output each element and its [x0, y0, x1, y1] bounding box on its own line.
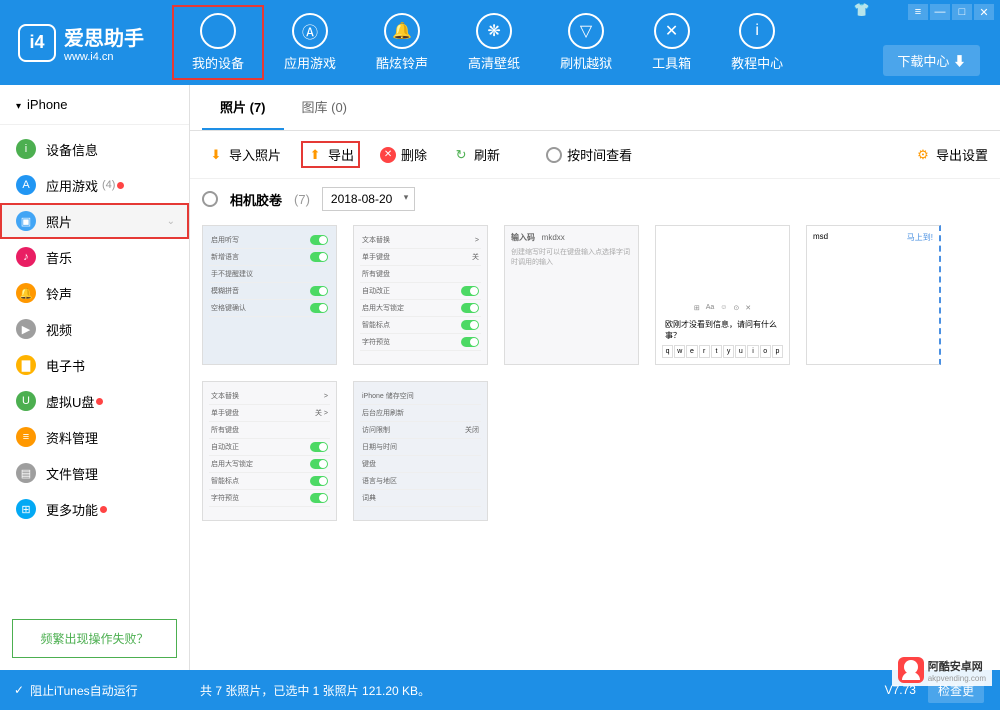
- sidebar-item-5[interactable]: ▶视频: [0, 311, 189, 347]
- window-controls: ≡ — □ ✕: [908, 4, 994, 20]
- sidebar-item-8[interactable]: ≡资料管理: [0, 419, 189, 455]
- tab-1[interactable]: 图库 (0): [284, 85, 366, 130]
- radio-icon: [546, 147, 562, 163]
- sidebar-item-0[interactable]: i设备信息: [0, 131, 189, 167]
- thumb-1[interactable]: 启用听写新增语言手不提醒建议模糊拼音空格键确认: [202, 225, 337, 365]
- device-selector[interactable]: iPhone: [0, 85, 189, 125]
- export-button[interactable]: ⬆ 导出: [301, 141, 360, 168]
- close-icon[interactable]: ✕: [974, 4, 994, 20]
- toolbar: ⬇ 导入照片 ⬆ 导出 ✕ 删除 ↻ 刷新 按时间查看 ⚙ 导出设置: [190, 131, 1000, 179]
- app-title: 爱思助手: [64, 22, 144, 51]
- view-by-time-button[interactable]: 按时间查看: [540, 141, 638, 168]
- sidebar-icon: ▤: [16, 463, 36, 483]
- sidebar-icon: ≡: [16, 427, 36, 447]
- nav-4[interactable]: ▽刷机越狱: [540, 5, 632, 80]
- delete-icon: ✕: [380, 147, 396, 163]
- nav-icon: i: [739, 13, 775, 49]
- thumb-5[interactable]: msd马上到!: [806, 225, 941, 365]
- help-link[interactable]: 频繁出现操作失败？: [12, 619, 177, 658]
- sidebar-item-10[interactable]: ⊞更多功能: [0, 491, 189, 527]
- sidebar-icon: ▇: [16, 355, 36, 375]
- nav-1[interactable]: Ⓐ应用游戏: [264, 5, 356, 80]
- logo-badge: i4: [18, 24, 56, 62]
- nav-icon: [200, 13, 236, 49]
- sidebar-icon: 🔔: [16, 283, 36, 303]
- check-icon: ✓: [14, 683, 24, 697]
- tab-0[interactable]: 照片 (7): [202, 85, 284, 130]
- export-icon: ⬆: [307, 147, 323, 163]
- import-icon: ⬇: [208, 147, 224, 163]
- nav-2[interactable]: 🔔酷炫铃声: [356, 5, 448, 80]
- shirt-icon[interactable]: 👕: [854, 2, 870, 18]
- thumb-2[interactable]: 文本替换>单手键盘关所有键盘自动改正启用大写锁定智能标点字符预览: [353, 225, 488, 365]
- sidebar-icon: ▣: [16, 211, 36, 231]
- sidebar-icon: U: [16, 391, 36, 411]
- sidebar-item-9[interactable]: ▤文件管理: [0, 455, 189, 491]
- notification-dot: [117, 182, 124, 189]
- nav-icon: ▽: [568, 13, 604, 49]
- thumb-6[interactable]: 文本替换>单手键盘关 >所有键盘自动改正启用大写锁定智能标点字符预览: [202, 381, 337, 521]
- sidebar-icon: ⊞: [16, 499, 36, 519]
- sidebar-icon: ♪: [16, 247, 36, 267]
- sidebar-icon: i: [16, 139, 36, 159]
- chevron-down-icon: ⌄: [167, 216, 175, 227]
- sidebar-icon: ▶: [16, 319, 36, 339]
- minimize-icon[interactable]: —: [930, 4, 950, 20]
- date-dropdown[interactable]: 2018-08-20: [322, 187, 415, 211]
- notification-dot: [96, 398, 103, 405]
- sidebar-item-4[interactable]: 🔔铃声: [0, 275, 189, 311]
- sidebar: iPhone i设备信息A应用游戏(4)▣照片⌄♪音乐🔔铃声▶视频▇电子书U虚拟…: [0, 85, 190, 670]
- album-name: 相机胶卷: [230, 190, 282, 209]
- thumb-3[interactable]: 输入码 mkdxx创建缩写时可以在键盘输入点选择字词时调用的输入: [504, 225, 639, 365]
- album-count: (7): [294, 192, 310, 207]
- watermark-icon: [898, 657, 924, 683]
- nav-5[interactable]: ✕工具箱: [632, 5, 711, 80]
- nav-0[interactable]: 我的设备: [172, 5, 264, 80]
- app-url: www.i4.cn: [64, 51, 144, 63]
- sidebar-item-2[interactable]: ▣照片⌄: [0, 203, 189, 239]
- thumb-4[interactable]: ⊞Aa☺⊙✕欧刚才没看到信息，请问有什么事？qwertyuiop: [655, 225, 790, 365]
- nav-3[interactable]: ❋高清壁纸: [448, 5, 540, 80]
- status-text: 共 7 张照片，已选中 1 张照片 121.20 KB。: [200, 682, 430, 699]
- nav-icon: ❋: [476, 13, 512, 49]
- refresh-button[interactable]: ↻ 刷新: [447, 141, 506, 168]
- refresh-icon: ↻: [453, 147, 469, 163]
- content-tabs: 照片 (7)图库 (0): [190, 85, 1000, 131]
- filter-row: 相机胶卷 (7) 2018-08-20: [190, 179, 1000, 219]
- sidebar-item-7[interactable]: U虚拟U盘: [0, 383, 189, 419]
- photo-grid: 启用听写新增语言手不提醒建议模糊拼音空格键确认文本替换>单手键盘关所有键盘自动改…: [190, 219, 1000, 670]
- logo: i4 爱思助手 www.i4.cn: [0, 22, 162, 63]
- download-center-button[interactable]: 下载中心 ⬇: [883, 45, 980, 76]
- menu-icon[interactable]: ≡: [908, 4, 928, 20]
- sidebar-item-6[interactable]: ▇电子书: [0, 347, 189, 383]
- nav-6[interactable]: i教程中心: [711, 5, 803, 80]
- watermark: 阿酷安卓网 akpvending.com: [892, 654, 992, 686]
- nav-icon: 🔔: [384, 13, 420, 49]
- sidebar-item-3[interactable]: ♪音乐: [0, 239, 189, 275]
- status-bar: ✓ 阻止iTunes自动运行 共 7 张照片，已选中 1 张照片 121.20 …: [0, 670, 1000, 710]
- main-nav: 我的设备Ⓐ应用游戏🔔酷炫铃声❋高清壁纸▽刷机越狱✕工具箱i教程中心: [172, 5, 803, 80]
- gear-icon: ⚙: [915, 147, 931, 163]
- maximize-icon[interactable]: □: [952, 4, 972, 20]
- itunes-block-toggle[interactable]: 阻止iTunes自动运行: [30, 682, 138, 699]
- sidebar-icon: A: [16, 175, 36, 195]
- sidebar-item-1[interactable]: A应用游戏(4): [0, 167, 189, 203]
- album-radio[interactable]: [202, 191, 218, 207]
- notification-dot: [100, 506, 107, 513]
- app-header: i4 爱思助手 www.i4.cn 我的设备Ⓐ应用游戏🔔酷炫铃声❋高清壁纸▽刷机…: [0, 0, 1000, 85]
- main-content: 照片 (7)图库 (0) ⬇ 导入照片 ⬆ 导出 ✕ 删除 ↻ 刷新 按时间查看: [190, 85, 1000, 670]
- nav-icon: Ⓐ: [292, 13, 328, 49]
- nav-icon: ✕: [654, 13, 690, 49]
- delete-button[interactable]: ✕ 删除: [374, 141, 433, 168]
- thumb-7[interactable]: iPhone 储存空间后台应用刷新访问限制关闭日期与时间键盘语言与地区词典: [353, 381, 488, 521]
- export-settings-button[interactable]: ⚙ 导出设置: [915, 145, 988, 164]
- import-button[interactable]: ⬇ 导入照片: [202, 141, 287, 168]
